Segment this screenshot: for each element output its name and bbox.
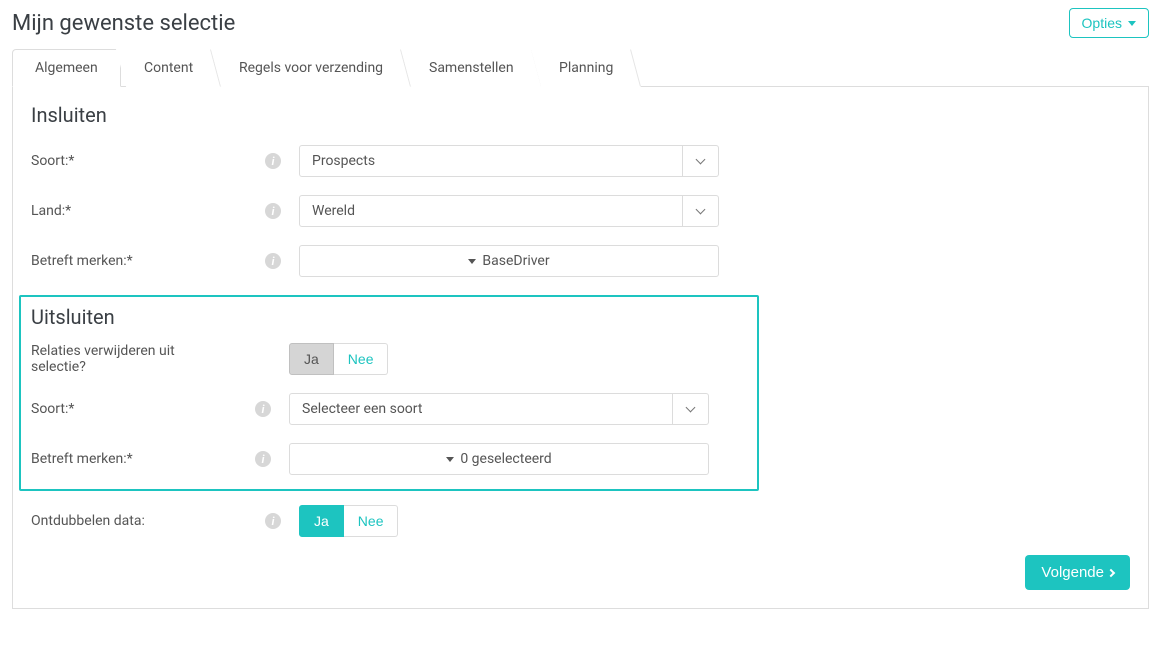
label-soort: Soort:* [31, 153, 74, 169]
options-label: Opties [1082, 15, 1122, 31]
section-uitsluiten: Uitsluiten Relaties verwijderen uit sele… [19, 295, 759, 491]
tab-planning[interactable]: Planning [531, 49, 641, 87]
options-button[interactable]: Opties [1069, 8, 1149, 38]
toggle-ontdubbelen-ja[interactable]: Ja [299, 505, 344, 537]
label-uitsluiten-soort: Soort:* [31, 401, 74, 417]
multiselect-uitsluiten-merken[interactable]: 0 geselecteerd [289, 443, 709, 475]
caret-down-icon [1128, 21, 1136, 26]
label-ontdubbelen: Ontdubbelen data: [31, 513, 145, 529]
page-title: Mijn gewenste selectie [12, 11, 235, 36]
toggle-ontdubbelen-nee[interactable]: Nee [344, 505, 399, 537]
info-icon[interactable]: i [265, 153, 281, 169]
chevron-down-icon [696, 205, 706, 215]
toggle-relaties-ja[interactable]: Ja [289, 343, 334, 375]
info-icon[interactable]: i [255, 401, 271, 417]
info-icon[interactable]: i [265, 253, 281, 269]
tab-algemeen[interactable]: Algemeen [12, 49, 121, 87]
section-insluiten-title: Insluiten [31, 103, 1130, 127]
select-soort[interactable]: Prospects [299, 145, 719, 177]
tab-regels[interactable]: Regels voor verzending [211, 49, 411, 87]
chevron-down-icon [686, 403, 696, 413]
chevron-down-icon [696, 155, 706, 165]
caret-down-icon [468, 259, 476, 264]
info-icon[interactable]: i [265, 203, 281, 219]
next-button[interactable]: Volgende [1025, 555, 1130, 590]
select-land[interactable]: Wereld [299, 195, 719, 227]
select-uitsluiten-soort[interactable]: Selecteer een soort [289, 393, 709, 425]
section-uitsluiten-title: Uitsluiten [31, 305, 747, 329]
chevron-right-icon [1107, 568, 1115, 576]
info-icon[interactable]: i [265, 513, 281, 529]
panel-algemeen: Insluiten Soort:* i Prospects Land:* i W… [12, 87, 1149, 609]
multiselect-merken[interactable]: BaseDriver [299, 245, 719, 277]
caret-down-icon [446, 457, 454, 462]
label-relaties: Relaties verwijderen uit selectie? [31, 343, 221, 375]
tab-content[interactable]: Content [116, 49, 221, 87]
label-land: Land:* [31, 203, 71, 219]
tab-samenstellen[interactable]: Samenstellen [401, 49, 542, 87]
tabs: Algemeen Content Regels voor verzending … [12, 48, 1149, 87]
info-icon[interactable]: i [255, 451, 271, 467]
toggle-relaties-nee[interactable]: Nee [334, 343, 389, 375]
label-uitsluiten-merken: Betreft merken:* [31, 451, 133, 467]
label-merken: Betreft merken:* [31, 253, 133, 269]
